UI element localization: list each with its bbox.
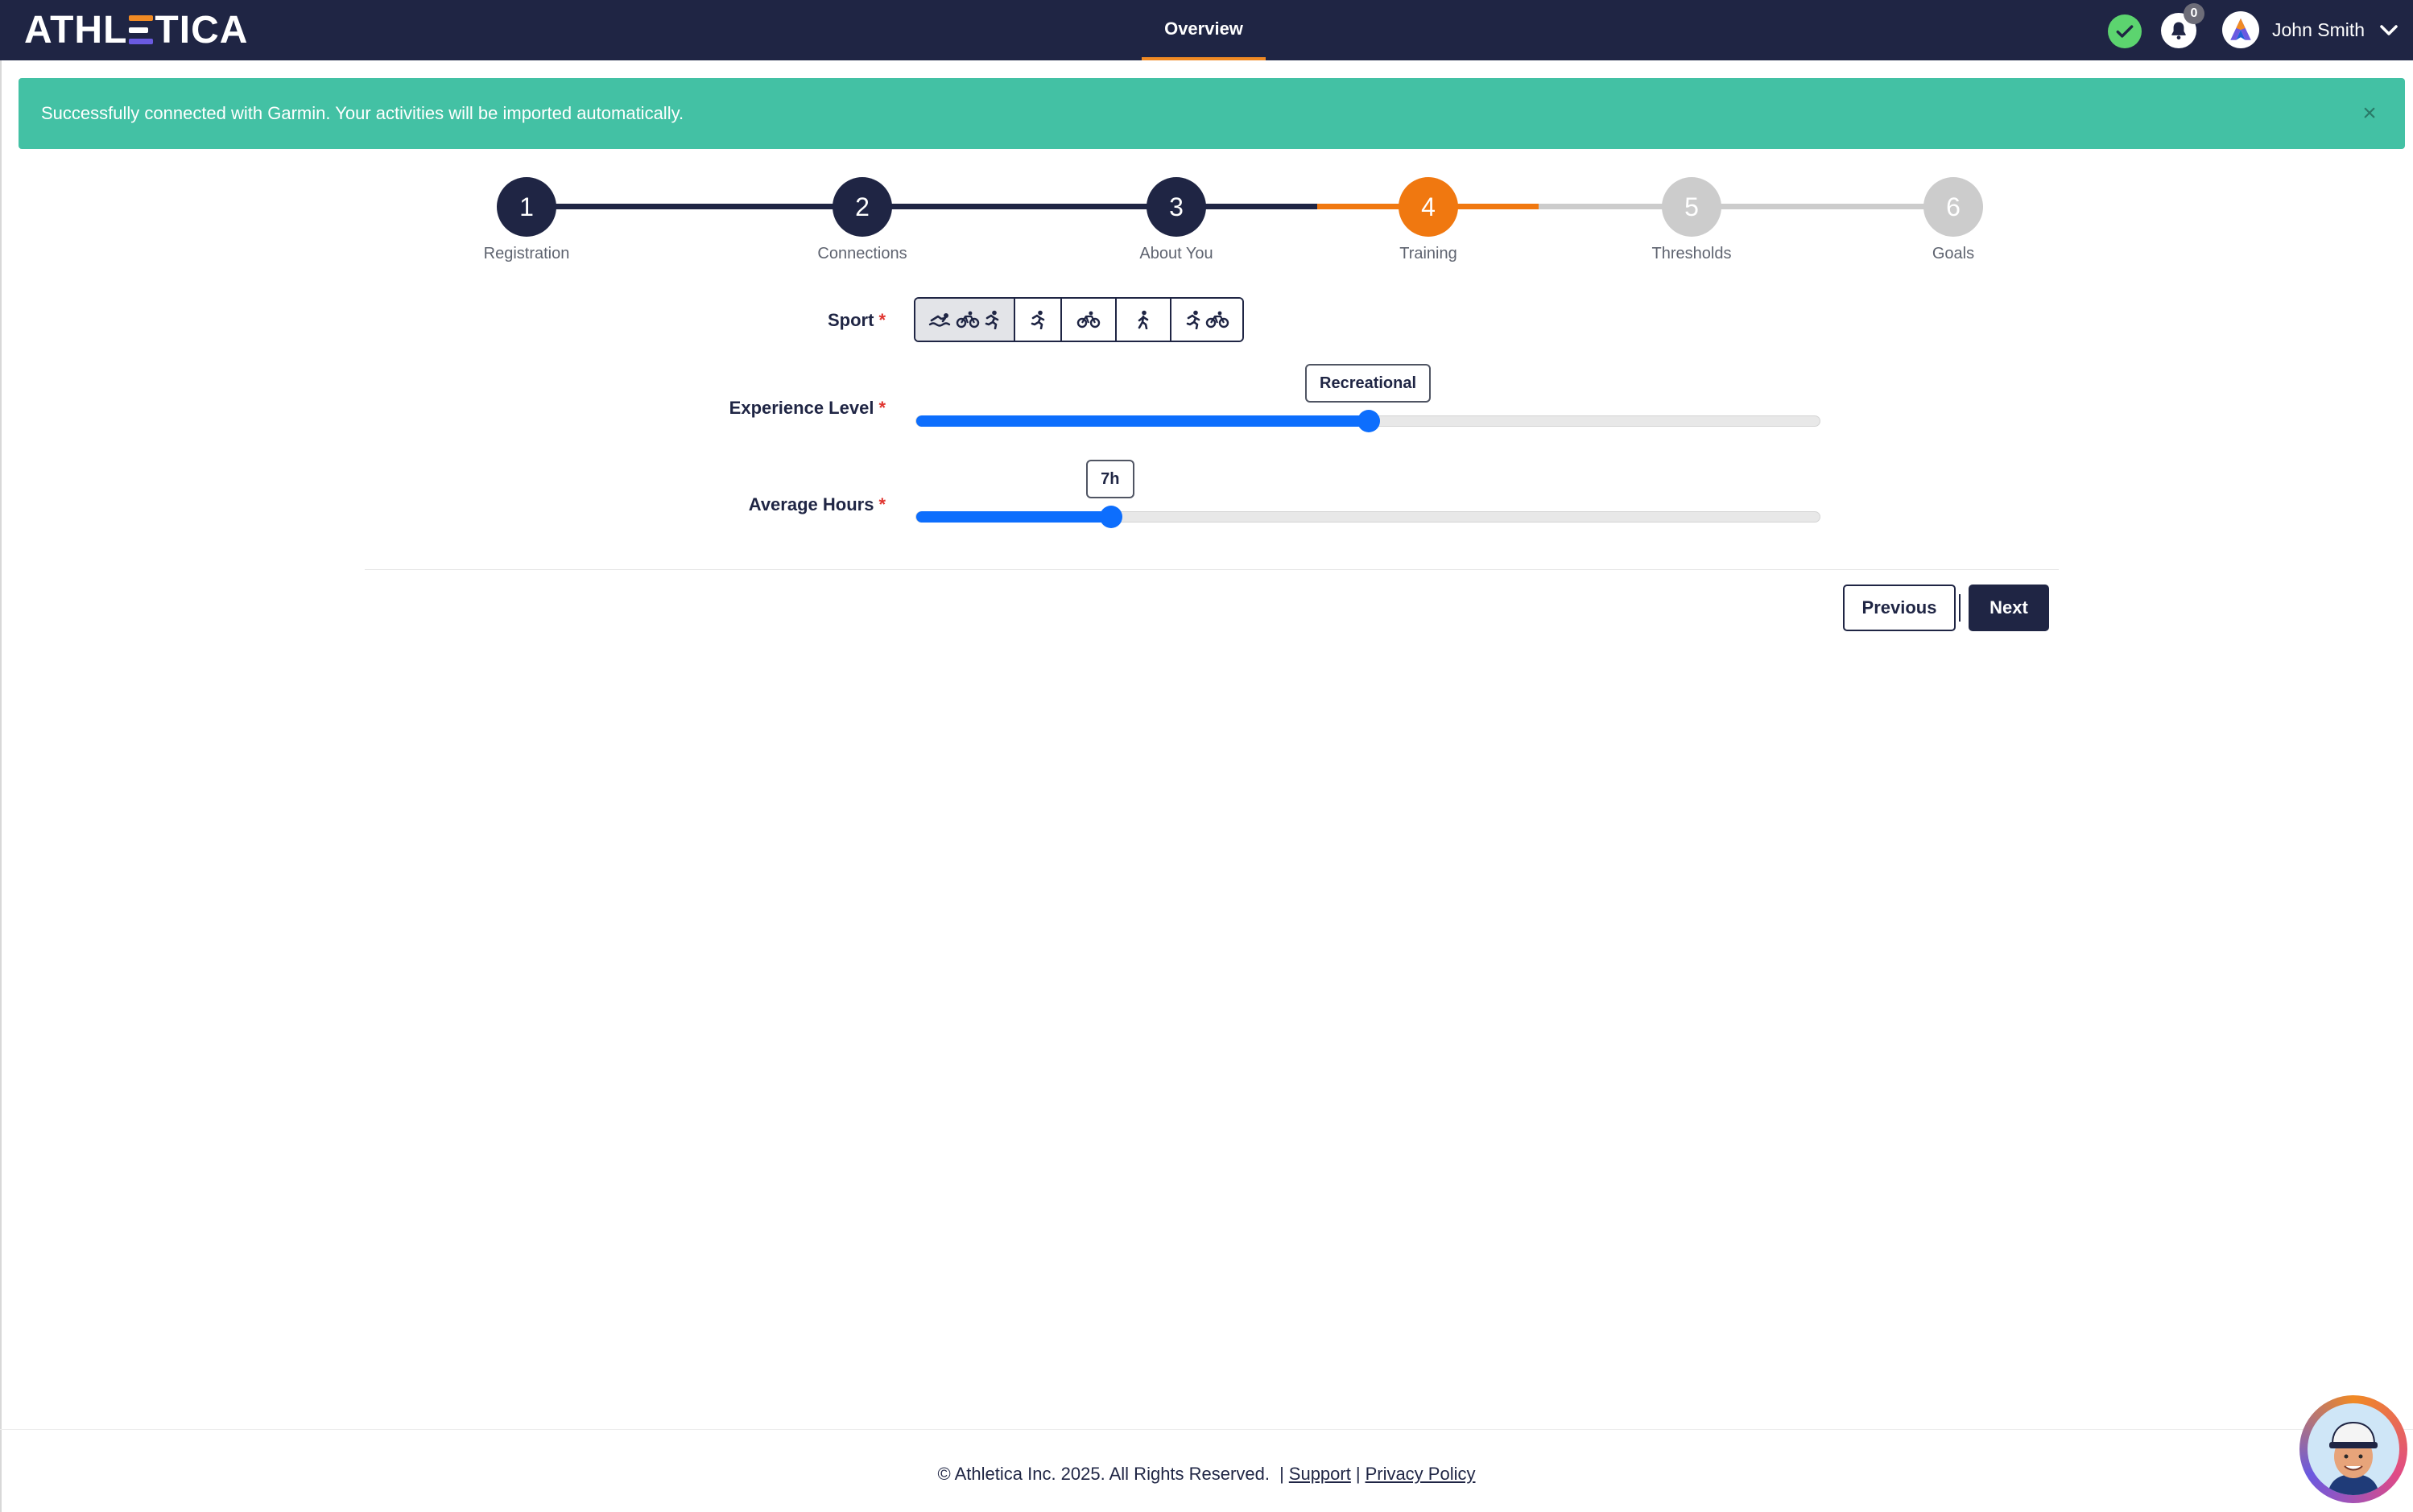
footer-divider — [0, 1429, 2413, 1430]
required-mark: * — [878, 398, 886, 418]
coach-avatar-icon — [2308, 1403, 2399, 1495]
privacy-policy-link[interactable]: Privacy Policy — [1366, 1464, 1476, 1484]
nav-tab-overview[interactable]: Overview — [1142, 0, 1266, 60]
experience-level-label: Experience Level * — [729, 398, 886, 418]
sport-option-run[interactable] — [1015, 299, 1062, 341]
user-avatar[interactable] — [2222, 11, 2259, 48]
experience-level-slider-thumb[interactable] — [1357, 410, 1380, 432]
stepper-line-remaining — [1539, 204, 1953, 209]
user-name[interactable]: John Smith — [2272, 18, 2365, 42]
run-icon — [1031, 310, 1045, 329]
logo-text-left: ATHL — [24, 8, 128, 52]
step-3-label: About You — [1139, 245, 1213, 262]
run-icon — [985, 310, 999, 329]
step-1-label: Registration — [483, 245, 570, 262]
bike-icon — [956, 311, 980, 328]
footer-separator: | — [1355, 1464, 1361, 1484]
average-hours-label: Average Hours * — [748, 494, 886, 514]
experience-level-slider[interactable] — [915, 410, 1820, 432]
step-3-circle[interactable]: 3 — [1147, 177, 1206, 237]
sport-option-run-bike[interactable] — [1171, 299, 1242, 341]
form-divider — [365, 569, 2059, 570]
alert-close-icon[interactable]: × — [2358, 101, 2381, 126]
step-6-label: Goals — [1932, 245, 1975, 262]
support-link[interactable]: Support — [1289, 1464, 1351, 1484]
required-mark: * — [878, 494, 886, 514]
notifications-count-badge: 0 — [2184, 3, 2204, 24]
connection-status-check-icon[interactable] — [2108, 14, 2142, 48]
footer: © Athletica Inc. 2025. All Rights Reserv… — [0, 1461, 2413, 1487]
required-mark: * — [878, 310, 886, 330]
step-2-label: Connections — [817, 245, 907, 262]
button-separator — [1959, 594, 1961, 622]
page-left-border — [0, 60, 2, 1512]
run-icon — [1186, 310, 1200, 329]
previous-button[interactable]: Previous — [1843, 585, 1956, 631]
walk-icon — [1138, 310, 1149, 329]
sport-selector — [914, 297, 1244, 342]
swim-icon — [928, 313, 951, 327]
average-hours-slider-fill — [916, 511, 1111, 523]
sport-option-triathlon[interactable] — [915, 299, 1015, 341]
chevron-down-icon[interactable] — [2378, 21, 2399, 40]
step-5-circle: 5 — [1662, 177, 1721, 237]
step-1-circle[interactable]: 1 — [497, 177, 556, 237]
logo-text-right: TICA — [155, 8, 249, 52]
step-4-circle[interactable]: 4 — [1399, 177, 1458, 237]
next-button[interactable]: Next — [1969, 585, 2049, 631]
coach-chat-launcher[interactable] — [2299, 1395, 2407, 1503]
sport-option-walk[interactable] — [1117, 299, 1171, 341]
experience-level-tooltip: Recreational — [1305, 364, 1432, 403]
step-2-circle[interactable]: 2 — [833, 177, 892, 237]
step-4-label: Training — [1399, 245, 1457, 262]
average-hours-slider-thumb[interactable] — [1099, 506, 1122, 528]
step-5-label: Thresholds — [1651, 245, 1732, 262]
experience-level-slider-fill — [916, 415, 1369, 427]
average-hours-slider[interactable] — [915, 506, 1820, 528]
sport-option-bike[interactable] — [1062, 299, 1117, 341]
footer-copyright: © Athletica Inc. 2025. All Rights Reserv… — [937, 1464, 1270, 1484]
logo-e-mark-icon — [129, 15, 154, 44]
average-hours-tooltip: 7h — [1086, 460, 1134, 498]
step-6-circle: 6 — [1923, 177, 1983, 237]
top-navbar: ATHL TICA Overview 0 John Smith — [0, 0, 2413, 60]
athletica-logo[interactable]: ATHL TICA — [24, 8, 248, 52]
success-alert: Successfully connected with Garmin. Your… — [19, 78, 2405, 149]
sport-label: Sport * — [827, 310, 886, 330]
alert-message: Successfully connected with Garmin. Your… — [41, 103, 684, 123]
bike-icon — [1076, 311, 1101, 328]
footer-separator: | — [1279, 1464, 1284, 1484]
bike-icon — [1205, 311, 1229, 328]
